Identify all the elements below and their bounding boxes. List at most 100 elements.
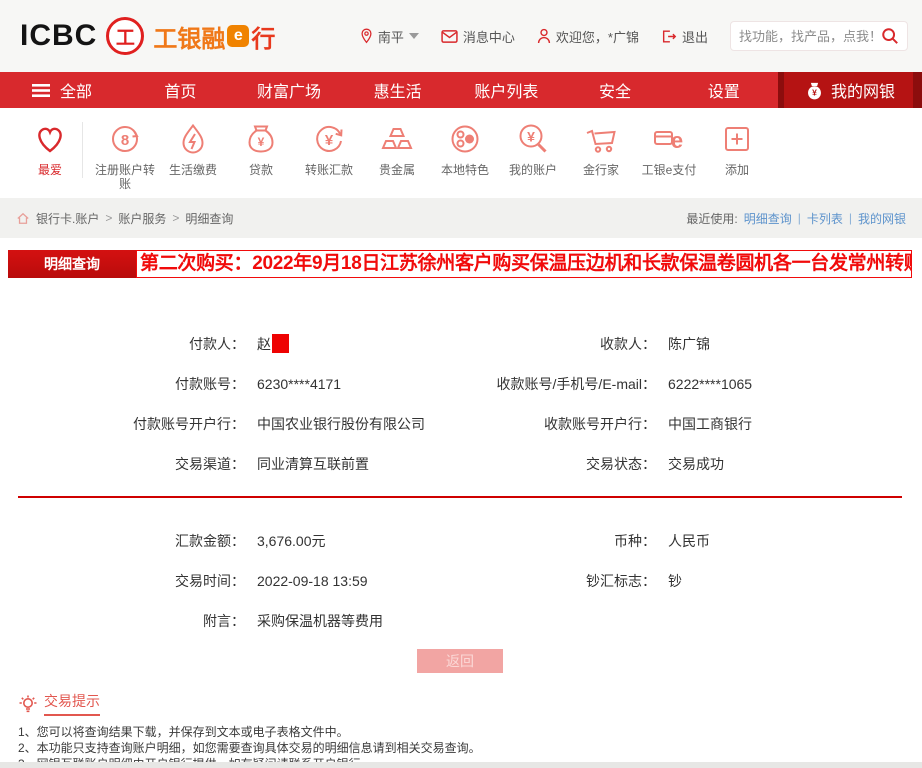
search-box[interactable] <box>730 21 908 51</box>
tip-item: 1、您可以将查询结果下载，并保存到文本或电子表格文件中。 <box>18 725 349 739</box>
detail-row-memo: 附言： 采购保温机器等费用 <box>8 601 912 641</box>
breadcrumb-item-cards[interactable]: 银行卡.账户 <box>36 210 99 227</box>
payer-label: 付款人： <box>189 336 245 352</box>
register-transfer-icon: 8 <box>106 120 144 158</box>
nav-all-label: 全部 <box>60 84 93 101</box>
user-icon <box>537 28 551 44</box>
currency-value: 人民币 <box>668 533 710 549</box>
payer-bank-value: 中国农业银行股份有限公司 <box>257 416 425 432</box>
toolbar-label: 金行家 <box>582 163 619 177</box>
message-center-link[interactable]: 消息中心 <box>441 27 515 46</box>
bank-logo[interactable]: ICBC 工 工银融 e 行 <box>20 17 275 55</box>
toolbar-label: 我的账户 <box>508 163 557 177</box>
toolbar-label: 添加 <box>724 163 749 177</box>
add-plus-icon <box>718 120 756 158</box>
hamburger-menu-icon <box>32 83 50 97</box>
local-features-icon <box>446 120 484 158</box>
breadcrumb-item-account-services[interactable]: 账户服务 <box>118 210 166 227</box>
toolbar-label: 最爱 <box>37 163 62 177</box>
svg-text:e: e <box>671 128 683 153</box>
svg-text:¥: ¥ <box>325 132 334 149</box>
nav-item-home[interactable]: 首页 <box>126 78 235 102</box>
location-pin-icon <box>361 28 372 44</box>
transfer-remit-icon: ¥ <box>310 120 348 158</box>
amount-label: 汇款金额： <box>175 533 245 549</box>
status-label: 交易状态： <box>586 456 656 472</box>
payee-bank-value: 中国工商银行 <box>668 416 752 432</box>
toolbar-item-add[interactable]: 添加 <box>703 120 771 177</box>
toolbar-label: 生活缴费 <box>168 163 217 177</box>
tab-detail-query[interactable]: 明细查询 <box>8 250 136 278</box>
memo-value: 采购保温机器等费用 <box>257 613 383 629</box>
search-icon[interactable] <box>881 27 899 45</box>
toolbar-item-epay[interactable]: e 工银e支付 <box>635 120 703 177</box>
envelope-icon <box>441 29 458 43</box>
breadcrumb: 银行卡.账户 > 账户服务 > 明细查询 <box>16 210 233 227</box>
svg-text:¥: ¥ <box>258 135 265 149</box>
toolbar-divider <box>82 122 83 178</box>
toolbar-item-register-transfer[interactable]: 8 注册账户转账 <box>91 120 159 191</box>
recent-link-my-ebank[interactable]: 我的网银 <box>858 210 906 227</box>
search-input[interactable] <box>739 28 881 44</box>
detail-row-payer: 付款人： 赵 收款人： 陈广锦 <box>8 324 912 364</box>
svg-text:¥: ¥ <box>527 129 535 145</box>
transaction-details: 付款人： 赵 收款人： 陈广锦 付款账号： 6230****4171 收款账号/手机号… <box>8 324 912 641</box>
recent-link-detail-query[interactable]: 明细查询 <box>744 210 792 227</box>
money-bag-icon: ¥ <box>808 82 821 99</box>
gold-ingots-icon <box>378 120 416 158</box>
chevron-down-icon <box>408 33 419 39</box>
page: ICBC 工 工银融 e 行 南平 消息中心 欢迎您，*广锦 退出 找功能，找产… <box>0 0 922 768</box>
toolbar-item-precious-metals[interactable]: 贵金属 <box>363 120 431 177</box>
nav-item-settings[interactable]: 设置 <box>669 78 778 102</box>
toolbar-item-life-payment[interactable]: 生活缴费 <box>159 120 227 177</box>
loan-money-bag-icon: ¥ <box>242 120 280 158</box>
redacted-name-block <box>272 334 289 353</box>
tips-list: 1、您可以将查询结果下载，并保存到文本或电子表格文件中。 2、本功能只支持查询账… <box>18 725 912 762</box>
recently-used-label: 最近使用: <box>686 211 738 226</box>
toolbar-item-gold-expert[interactable]: 金行家 <box>567 120 635 177</box>
payer-value: 赵 <box>257 336 271 352</box>
toolbar-label: 工银e支付 <box>641 163 697 177</box>
cash-flag-value: 钞 <box>668 573 682 589</box>
my-account-search-icon: ¥ <box>514 120 552 158</box>
detail-row-channel-status: 交易渠道： 同业清算互联前置 交易状态： 交易成功 <box>8 444 912 484</box>
toolbar-label: 贷款 <box>248 163 273 177</box>
nav-item-life[interactable]: 惠生活 <box>343 78 452 102</box>
nav-item-wealth-plaza[interactable]: 财富广场 <box>235 78 344 102</box>
icbc-logo-text: ICBC <box>20 19 98 52</box>
nav-item-my-ebank[interactable]: ¥ 我的网银 <box>778 72 922 108</box>
logout-link[interactable]: 退出 <box>661 27 708 46</box>
nav-item-security[interactable]: 安全 <box>561 78 670 102</box>
toolbar-item-my-account[interactable]: ¥ 我的账户 <box>499 120 567 177</box>
nav-item-all[interactable]: 全部 <box>0 78 126 102</box>
location-selector[interactable]: 南平 <box>360 27 419 46</box>
recent-link-separator: | <box>848 211 852 225</box>
detail-row-bank: 付款账号开户行： 中国农业银行股份有限公司 收款账号开户行： 中国工商银行 <box>8 404 912 444</box>
recent-link-card-list[interactable]: 卡列表 <box>807 210 843 227</box>
toolbar-item-loan[interactable]: ¥ 贷款 <box>227 120 295 177</box>
svg-text:8: 8 <box>121 132 129 149</box>
toolbar-item-favorites[interactable]: 最爱 <box>22 120 78 177</box>
channel-value: 同业清算互联前置 <box>257 456 369 472</box>
payee-bank-label: 收款账号开户行： <box>544 416 656 432</box>
welcome-user[interactable]: 欢迎您，*广锦 <box>537 27 639 46</box>
breadcrumb-item-detail-query[interactable]: 明细查询 <box>185 210 233 227</box>
svg-text:¥: ¥ <box>812 87 817 97</box>
button-row: 返回 <box>8 649 912 673</box>
toolbar-item-transfer[interactable]: ¥ 转账汇款 <box>295 120 363 177</box>
channel-label: 交易渠道： <box>175 456 245 472</box>
toolbar-label: 转账汇款 <box>304 163 353 177</box>
nav-item-account-list[interactable]: 账户列表 <box>452 78 561 102</box>
nav-my-ebank-label: 我的网银 <box>831 84 896 101</box>
toolbar-item-local-features[interactable]: 本地特色 <box>431 120 499 177</box>
back-button[interactable]: 返回 <box>417 649 503 673</box>
tips-title-row: 交易提示 <box>18 691 912 716</box>
message-center-label: 消息中心 <box>462 29 515 45</box>
main-nav: 全部 首页 财富广场 惠生活 账户列表 安全 设置 ¥ 我的网银 <box>0 72 922 108</box>
main-content: 明细查询 第二次购买：2022年9月18日江苏徐州客户购买保温压边机和长款保温卷… <box>0 238 922 762</box>
bulb-icon <box>19 695 37 712</box>
detail-row-time-cashflag: 交易时间： 2022-09-18 13:59 钞汇标志： 钞 <box>8 561 912 601</box>
location-label: 南平 <box>377 29 404 45</box>
time-value: 2022-09-18 13:59 <box>257 573 368 589</box>
annotation-note: 第二次购买：2022年9月18日江苏徐州客户购买保温压边机和长款保温卷圆机各一台… <box>136 250 912 278</box>
